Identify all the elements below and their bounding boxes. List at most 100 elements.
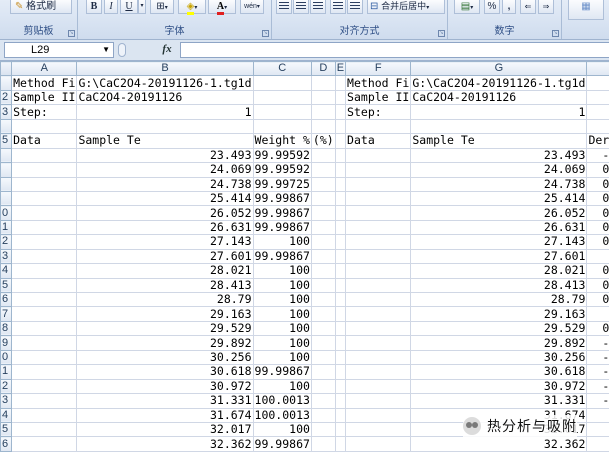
cell-d[interactable] (311, 335, 336, 351)
cell-d[interactable] (311, 422, 336, 438)
column-header[interactable]: D (310, 61, 336, 77)
cell-a[interactable] (11, 364, 78, 380)
cell-h[interactable]: -0.0074 (586, 422, 609, 438)
cell-e[interactable] (335, 104, 347, 120)
cell-c[interactable] (253, 75, 312, 91)
cell-b[interactable]: 26.631 (76, 220, 254, 236)
row-header[interactable]: 1 (0, 364, 13, 380)
cell-c[interactable]: 100 (253, 234, 312, 250)
styles-button[interactable]: ▦ (568, 0, 604, 20)
cell-b[interactable]: 27.143 (76, 234, 254, 250)
cell-d[interactable] (311, 278, 336, 294)
cell-c[interactable]: 100 (253, 379, 312, 395)
cell-c[interactable]: 100 (253, 278, 312, 294)
row-header[interactable]: 8 (0, 320, 13, 337)
row-header[interactable] (0, 147, 13, 164)
cell-b[interactable]: 28.021 (76, 263, 254, 279)
cell-a[interactable] (11, 220, 78, 236)
cell-e[interactable] (335, 321, 347, 337)
bold-button[interactable]: B (86, 0, 102, 14)
cell-g[interactable]: 27.143 (410, 234, 588, 250)
decrease-indent-button[interactable] (330, 0, 346, 14)
cell-b[interactable]: CaC2O4-20191126 (76, 90, 254, 106)
cell-f[interactable] (345, 148, 412, 164)
cell-h[interactable]: -0.00544 (586, 393, 609, 409)
cell-h[interactable]: -0.0064 (586, 408, 609, 423)
cell-h[interactable]: -0.00441 (586, 379, 609, 395)
cell-h[interactable]: 0.008626 (586, 234, 609, 250)
cell-g[interactable]: 24.738 (410, 177, 588, 192)
cell-b[interactable]: 27.601 (76, 249, 254, 265)
cell-a[interactable] (11, 306, 78, 322)
cell-g[interactable]: 29.529 (410, 321, 588, 337)
cell-g[interactable]: 24.069 (410, 162, 588, 178)
cell-b[interactable]: 32.017 (76, 422, 254, 438)
cell-b[interactable]: 32.362 (76, 436, 254, 452)
cell-f[interactable] (345, 422, 412, 438)
cell-d[interactable] (311, 249, 336, 265)
cell-c[interactable]: 99.99592 (253, 162, 312, 178)
cell-g[interactable]: 32.362 (410, 436, 588, 452)
row-header[interactable]: 3 (0, 393, 13, 409)
cell-e[interactable] (335, 133, 347, 149)
cell-h[interactable]: 0.00734 (586, 249, 609, 265)
cell-h[interactable]: -0.02155 (586, 148, 609, 164)
cell-g[interactable]: 28.79 (410, 292, 588, 308)
cell-c[interactable] (253, 119, 312, 135)
cell-c[interactable]: 99.99867 (253, 220, 312, 236)
cell-e[interactable] (335, 119, 347, 135)
comma-style-button[interactable]: , (502, 0, 516, 14)
cell-b[interactable] (76, 119, 254, 135)
row-header[interactable]: 5 (0, 421, 13, 438)
cell-c[interactable]: 100 (253, 350, 312, 366)
cell-f[interactable] (345, 263, 412, 279)
cell-e[interactable] (335, 335, 347, 351)
cell-f[interactable] (345, 205, 412, 221)
cell-a[interactable] (11, 350, 78, 366)
cell-g[interactable]: 1 (410, 104, 588, 120)
cell-c[interactable]: 99.99867 (253, 249, 312, 265)
format-painter-button[interactable]: ✎ 格式刷 (10, 0, 72, 14)
font-dialog-launcher[interactable]: ↘ (262, 30, 269, 37)
cell-f[interactable] (345, 436, 412, 452)
cell-d[interactable] (311, 292, 336, 308)
cell-b[interactable]: 29.529 (76, 321, 254, 337)
cell-b[interactable]: 31.331 (76, 393, 254, 409)
cell-e[interactable] (335, 263, 347, 279)
cell-h[interactable] (586, 104, 609, 120)
cell-a[interactable]: Sample II (11, 90, 78, 106)
cell-h[interactable]: 0.002459 (586, 292, 609, 308)
cell-h[interactable]: 0.010874 (586, 191, 609, 207)
cell-a[interactable] (11, 162, 78, 178)
cell-a[interactable] (11, 436, 78, 452)
cell-h[interactable] (586, 75, 609, 91)
clipboard-dialog-launcher[interactable]: ↘ (68, 30, 75, 37)
cell-e[interactable] (335, 90, 347, 106)
cell-b[interactable]: 26.052 (76, 205, 254, 221)
cell-d[interactable] (311, 234, 336, 250)
cell-f[interactable] (345, 379, 412, 395)
cell-e[interactable] (335, 75, 347, 91)
cell-f[interactable] (345, 292, 412, 308)
cell-b[interactable]: 24.069 (76, 162, 254, 178)
cell-a[interactable] (11, 191, 78, 207)
row-header[interactable] (0, 118, 13, 135)
cell-f[interactable] (345, 306, 412, 322)
cell-a[interactable] (11, 263, 78, 279)
cell-e[interactable] (335, 408, 347, 423)
insert-function-button[interactable]: fx (158, 42, 176, 58)
row-header[interactable]: 2 (0, 234, 13, 250)
cell-b[interactable]: 1 (76, 104, 254, 120)
cell-g[interactable]: 29.163 (410, 306, 588, 322)
cell-c[interactable]: 100 (253, 292, 312, 308)
percent-style-button[interactable]: % (484, 0, 500, 14)
align-center-button[interactable] (293, 0, 309, 14)
cell-d[interactable] (311, 350, 336, 366)
cell-d[interactable]: (%) (311, 133, 336, 149)
cell-c[interactable] (253, 90, 312, 106)
row-header[interactable]: 0 (0, 205, 13, 221)
cell-c[interactable]: Weight % (253, 133, 312, 149)
cell-c[interactable]: 99.99725 (253, 177, 312, 192)
cell-h[interactable]: 0.004075 (586, 278, 609, 294)
borders-button[interactable]: ⊞▾ (150, 0, 174, 14)
